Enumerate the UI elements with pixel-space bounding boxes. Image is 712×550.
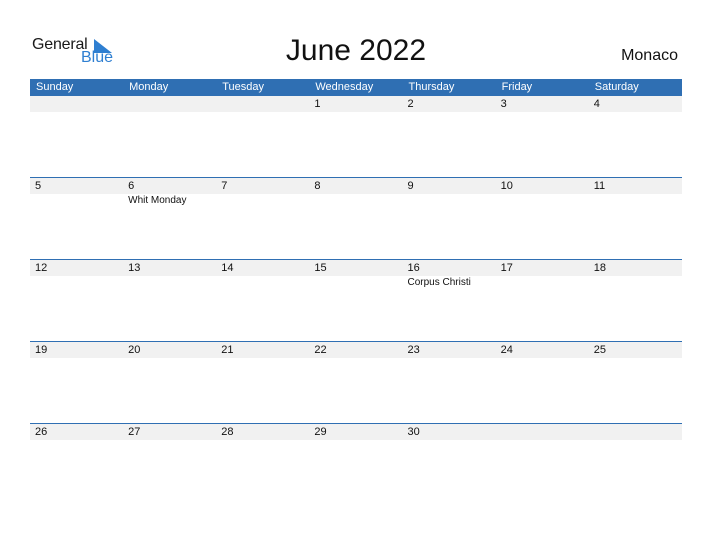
day-number: 20 — [128, 344, 141, 356]
day-number: 18 — [593, 262, 606, 274]
weekday-wednesday: Wednesday — [315, 81, 374, 93]
weekday-thursday: Thursday — [408, 81, 455, 93]
week-row: 1 2 3 4 — [30, 96, 682, 177]
day-number — [123, 96, 216, 112]
holiday-label — [496, 194, 589, 207]
day-number — [496, 424, 589, 440]
holiday-label — [30, 194, 123, 207]
day-number: 9 — [407, 180, 414, 192]
day-number: 10 — [500, 180, 513, 192]
holiday-label: Whit Monday — [128, 195, 187, 206]
day-number: 6 — [128, 180, 135, 192]
event-row: Corpus Christi — [30, 276, 682, 289]
day-number-row: 12 13 14 15 16 17 18 — [30, 260, 682, 276]
week-row: 26 27 28 29 30 — [30, 423, 682, 505]
day-number-row: 1 2 3 4 — [30, 96, 682, 112]
day-number: 30 — [407, 426, 420, 438]
day-number: 4 — [593, 98, 600, 110]
week-row: 19 20 21 22 23 24 25 — [30, 341, 682, 423]
page-title: June 2022 — [285, 34, 427, 67]
weekday-tuesday: Tuesday — [222, 81, 265, 93]
day-number: 22 — [314, 344, 327, 356]
day-number: 25 — [593, 344, 606, 356]
day-number: 11 — [593, 180, 606, 192]
day-number: 28 — [221, 426, 234, 438]
day-number: 8 — [314, 180, 321, 192]
holiday-label — [309, 276, 402, 289]
holiday-label — [403, 194, 496, 207]
weekday-saturday: Saturday — [594, 81, 639, 93]
day-number: 27 — [128, 426, 141, 438]
day-number: 23 — [407, 344, 420, 356]
day-number: 17 — [500, 262, 513, 274]
day-number-row: 19 20 21 22 23 24 25 — [30, 342, 682, 358]
day-number: 5 — [35, 180, 42, 192]
day-number: 2 — [407, 98, 414, 110]
day-number: 29 — [314, 426, 327, 438]
day-number: 12 — [35, 262, 48, 274]
weekday-header: Sunday Monday Tuesday Wednesday Thursday… — [30, 79, 682, 96]
holiday-label — [496, 276, 589, 289]
day-number-row: 5 6 7 8 9 10 11 — [30, 178, 682, 194]
day-number: 1 — [314, 98, 321, 110]
holiday-label: Corpus Christi — [407, 277, 471, 288]
day-number: 26 — [35, 426, 48, 438]
country-label: Monaco — [621, 47, 678, 64]
holiday-label — [309, 194, 402, 207]
day-number — [216, 96, 309, 112]
holiday-label — [216, 194, 309, 207]
day-number: 21 — [221, 344, 234, 356]
day-number: 14 — [221, 262, 234, 274]
event-row: Whit Monday — [30, 194, 682, 207]
day-number: 15 — [314, 262, 327, 274]
day-number-row: 26 27 28 29 30 — [30, 424, 682, 440]
week-row: 5 6 7 8 9 10 11 Whit Monday — [30, 177, 682, 259]
day-number: 24 — [500, 344, 513, 356]
weekday-monday: Monday — [129, 81, 169, 93]
day-number: 19 — [35, 344, 48, 356]
weekday-sunday: Sunday — [36, 81, 74, 93]
day-number: 7 — [221, 180, 228, 192]
day-number: 13 — [128, 262, 141, 274]
weekday-friday: Friday — [501, 81, 533, 93]
holiday-label — [589, 194, 682, 207]
day-number — [30, 96, 123, 112]
holiday-label — [123, 276, 216, 289]
week-row: 12 13 14 15 16 17 18 Corpus Christi — [30, 259, 682, 341]
holiday-label — [589, 276, 682, 289]
calendar-grid: Sunday Monday Tuesday Wednesday Thursday… — [30, 79, 682, 505]
day-number: 16 — [407, 262, 420, 274]
day-number — [589, 424, 682, 440]
holiday-label — [216, 276, 309, 289]
day-number: 3 — [500, 98, 507, 110]
holiday-label — [30, 276, 123, 289]
